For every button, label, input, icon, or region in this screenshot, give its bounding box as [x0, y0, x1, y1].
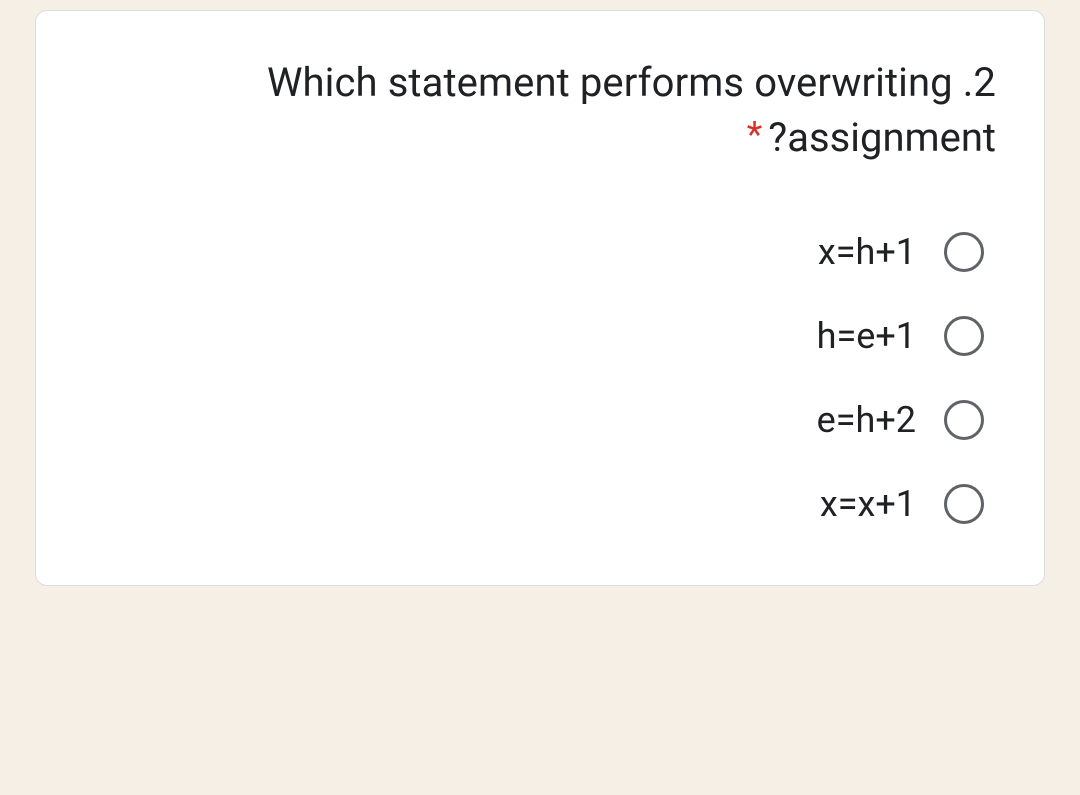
option-1[interactable]: x=h+1: [818, 231, 984, 273]
option-2[interactable]: h=e+1: [817, 315, 984, 357]
radio-icon[interactable]: [944, 400, 984, 440]
question-line-2: *?assignment: [84, 114, 996, 161]
question-line-1: Which statement performs overwriting .2: [84, 59, 996, 106]
question-text: Which statement performs overwriting .2 …: [84, 59, 996, 161]
question-line-2-text: ?assignment: [768, 114, 996, 161]
option-label: h=e+1: [817, 315, 916, 357]
radio-icon[interactable]: [944, 484, 984, 524]
option-4[interactable]: x=x+1: [820, 483, 984, 525]
radio-icon[interactable]: [944, 316, 984, 356]
required-star-icon: *: [747, 114, 763, 156]
option-label: e=h+2: [817, 399, 916, 441]
option-label: x=h+1: [818, 231, 916, 273]
option-label: x=x+1: [820, 483, 916, 525]
options-group: x=h+1 h=e+1 e=h+2 x=x+1: [84, 231, 996, 525]
radio-icon[interactable]: [944, 232, 984, 272]
question-card: Which statement performs overwriting .2 …: [35, 10, 1045, 586]
option-3[interactable]: e=h+2: [817, 399, 984, 441]
